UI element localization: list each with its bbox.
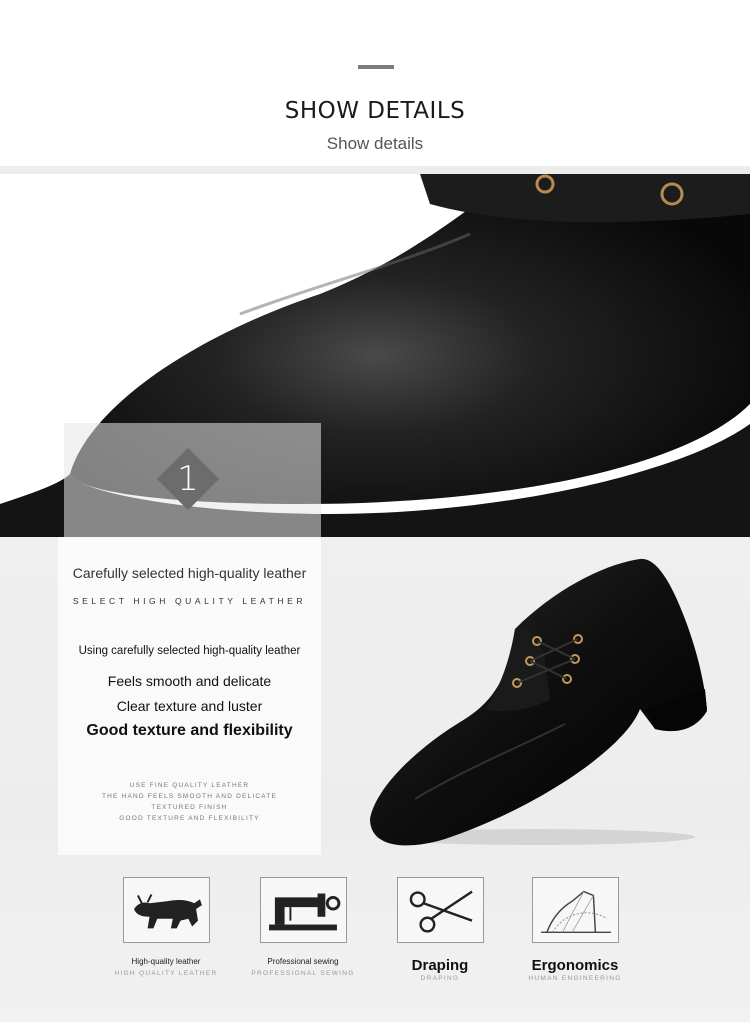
detail-line: Clear texture and luster (116, 698, 263, 714)
feature-draping: Draping DRAPING (380, 877, 500, 982)
foot-diagram-icon (531, 877, 619, 943)
feature-label-en: PROFESSIONAL SEWING (251, 970, 355, 977)
detail-small-line: GOOD TEXTURE AND FLEXIBILITY (119, 815, 260, 822)
scissors-icon (396, 877, 484, 943)
bull-icon (122, 877, 210, 943)
feature-label-en: HIGH QUALITY LEATHER (114, 970, 218, 977)
oxford-shoe-image (370, 558, 707, 846)
shoe-closeup-image: 1 (0, 174, 750, 537)
section-header: SHOW DETAILS Show details (0, 0, 750, 166)
feature-label: High-quality leather (131, 957, 201, 966)
divider (0, 166, 750, 174)
detail-subheading: SELECT HIGH QUALITY LEATHER (72, 596, 307, 606)
page-subtitle: Show details (326, 134, 424, 153)
feature-ergonomics: Ergonomics HUMAN ENGINEERING (515, 877, 635, 982)
feature-label-en: HUMAN ENGINEERING (528, 975, 622, 982)
step-number: 1 (177, 459, 199, 499)
feature-label-en: DRAPING (420, 975, 460, 982)
feature-high-quality-leather: High-quality leather HIGH QUALITY LEATHE… (106, 877, 226, 977)
detail-line-emphasis: Good texture and flexibility (86, 722, 293, 739)
detail-small-line: TEXTURED FINISH (151, 804, 228, 811)
feature-label: Professional sewing (267, 957, 339, 966)
detail-small-line: USE FINE QUALITY LEATHER (129, 782, 250, 789)
header-dash (358, 65, 394, 69)
feature-label: Draping (411, 957, 469, 974)
detail-line: Using carefully selected high-quality le… (78, 645, 301, 657)
leather-detail-section: Carefully selected high-quality leather … (0, 537, 750, 1022)
sewing-machine-icon (259, 877, 347, 943)
detail-small-line: THE HAND FEELS SMOOTH AND DELICATE (101, 793, 278, 800)
feature-professional-sewing: Professional sewing PROFESSIONAL SEWING (243, 877, 363, 977)
page-title: SHOW DETAILS (284, 98, 466, 124)
feature-label: Ergonomics (531, 957, 619, 974)
detail-line: Feels smooth and delicate (107, 673, 272, 689)
detail-heading: Carefully selected high-quality leather (72, 565, 307, 581)
